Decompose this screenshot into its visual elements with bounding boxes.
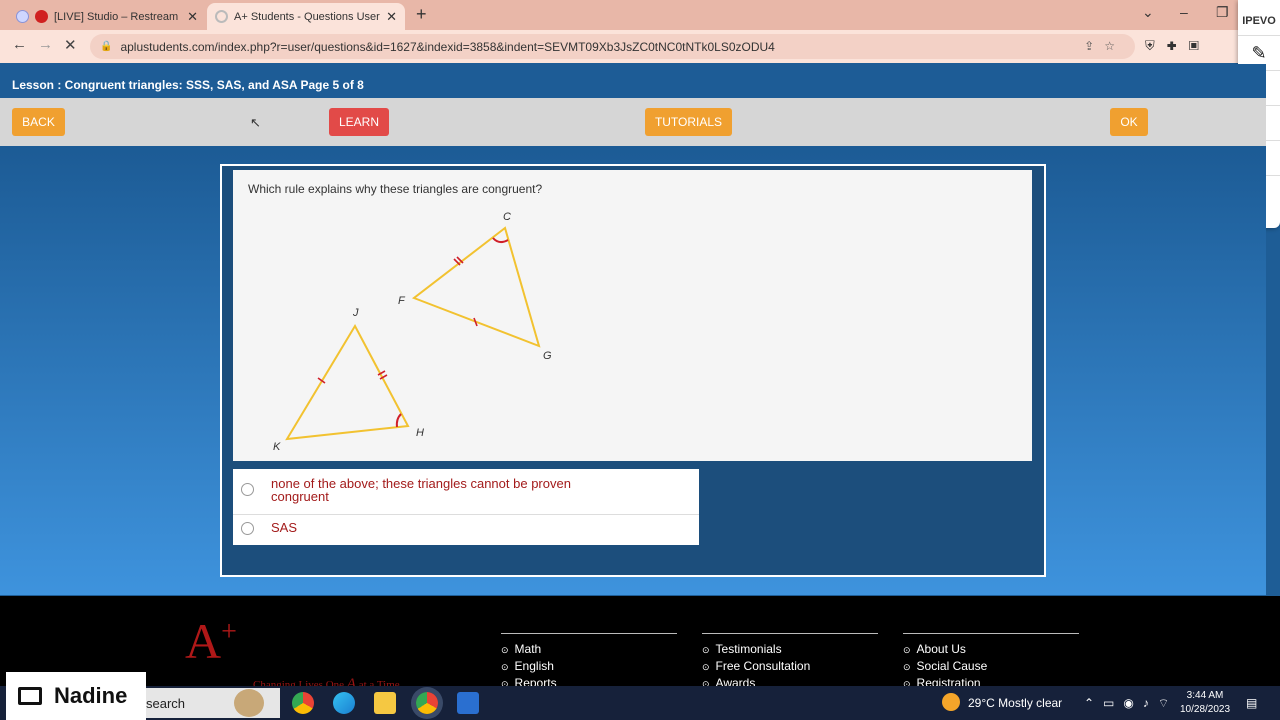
footer-link[interactable]: ⊙ Testimonials [702, 642, 878, 659]
aplus-logo: A+ [185, 613, 237, 669]
triangle-cfg [411, 226, 541, 348]
tab-title: [LIVE] Studio – Restream [54, 10, 179, 23]
taskbar-search[interactable]: search [146, 688, 280, 718]
bookmark-star-icon[interactable]: ☆ [1104, 39, 1125, 53]
weather-text[interactable]: 29°C Mostly clear [968, 696, 1062, 710]
lock-icon: 🔒 [100, 41, 113, 52]
radio-button[interactable] [241, 483, 254, 496]
puzzle-extensions-icon[interactable]: ✚ [1167, 38, 1189, 53]
question-panel: Which rule explains why these triangles … [233, 170, 1032, 461]
new-tab-icon[interactable]: + [416, 4, 427, 25]
footer-link[interactable]: ⊙ Social Cause [903, 659, 1079, 676]
tab-search-chevron-icon[interactable]: ⌄ [1142, 4, 1154, 21]
clock-time: 3:44 AM [1186, 690, 1224, 701]
search-text: search [146, 696, 186, 711]
footer-link[interactable]: ⊙ English [501, 659, 677, 676]
vertex-label-k: K [273, 441, 281, 453]
vertex-label-j: J [352, 307, 359, 319]
ipevo-app-icon[interactable] [457, 692, 479, 714]
notifications-icon[interactable]: ▤ [1246, 696, 1257, 710]
clock-date: 10/28/2023 [1180, 704, 1231, 715]
answer-option[interactable]: none of the above; these triangles canno… [233, 477, 699, 515]
back-arrow-icon[interactable]: ← [12, 36, 27, 53]
url-text: aplustudents.com/index.php?r=user/questi… [120, 39, 775, 54]
presenter-label: Nadine [6, 672, 146, 720]
footer-link[interactable]: ⊙ Free Consultation [702, 659, 878, 676]
forward-arrow-icon[interactable]: → [38, 36, 53, 53]
chrome-active-icon[interactable] [416, 692, 438, 714]
answer-text: SAS [271, 520, 298, 535]
tutorials-button[interactable]: TUTORIALS [645, 108, 732, 136]
ipevo-logo: IPEVO [1242, 15, 1276, 27]
vertex-label-g: G [543, 350, 552, 362]
answer-list: none of the above; these triangles canno… [233, 469, 699, 545]
file-explorer-icon[interactable] [374, 692, 396, 714]
maximize-icon[interactable]: ❐ [1216, 4, 1229, 21]
omnibox-actions: ⇪☆ [1084, 39, 1125, 53]
extension-buttons: ⛨✚▣ [1145, 38, 1211, 54]
search-avatar-icon [234, 689, 264, 717]
system-tray-icons[interactable]: ⌃▭◉♪⌔ [1084, 696, 1178, 711]
side-cf-double-tick [453, 256, 464, 266]
footer-link[interactable]: ⊙ Math [501, 642, 677, 659]
triangles-figure: C F G J K H [273, 211, 552, 453]
minimize-icon[interactable]: – [1180, 4, 1188, 20]
vertex-label-h: H [416, 427, 424, 439]
browser-toolbar: ← → ✕ 🔒 aplustudents.com/index.php?r=use… [0, 30, 1238, 63]
footer-column-3: ⊙ About Us ⊙ Social Cause ⊙ Registration [903, 633, 1079, 693]
monitor-icon [18, 687, 42, 705]
presenter-name: Nadine [54, 683, 128, 708]
answer-text: none of the above; these triangles canno… [271, 476, 571, 504]
browser-tab-strip: [LIVE] Studio – Restream ✕ A+ Students -… [0, 0, 1280, 30]
mouse-cursor-icon: ↖ [250, 115, 261, 130]
weather-icon [942, 693, 960, 711]
address-bar[interactable]: 🔒 aplustudents.com/index.php?r=user/ques… [90, 34, 1135, 59]
taskbar-clock[interactable]: 3:44 AM 10/28/2023 [1180, 689, 1230, 717]
tab-restream[interactable]: [LIVE] Studio – Restream ✕ [8, 3, 206, 30]
footer-column-1: ⊙ Math ⊙ English ⊙ Reports [501, 633, 677, 693]
footer-link[interactable]: ⊙ About Us [903, 642, 1079, 659]
side-panel-icon[interactable]: ▣ [1189, 38, 1211, 53]
triangle-jkh [285, 323, 410, 441]
angle-c-mark [492, 237, 509, 244]
answer-option[interactable]: SAS [233, 521, 699, 535]
learn-button[interactable]: LEARN [329, 108, 389, 136]
lesson-button-bar: BACK LEARN TUTORIALS OK [0, 98, 1266, 146]
chrome-icon[interactable] [292, 692, 314, 714]
edge-icon[interactable] [333, 692, 355, 714]
tab-close-icon[interactable]: ✕ [187, 9, 198, 25]
restream-favicon-icon [16, 10, 29, 23]
vertex-label-f: F [398, 295, 406, 307]
tab-close-icon[interactable]: ✕ [386, 9, 397, 25]
tab-aplus-students[interactable]: A+ Students - Questions User ✕ [207, 3, 405, 30]
lesson-header: Lesson : Congruent triangles: SSS, SAS, … [0, 64, 1266, 98]
vertex-label-c: C [503, 211, 511, 223]
radio-button[interactable] [241, 522, 254, 535]
loading-spinner-icon [215, 10, 228, 23]
angle-h-mark [395, 413, 402, 428]
live-record-icon [35, 10, 48, 23]
tab-title: A+ Students - Questions User [234, 10, 380, 23]
stop-loading-icon[interactable]: ✕ [64, 36, 77, 54]
footer-column-2: ⊙ Testimonials ⊙ Free Consultation ⊙ Awards [702, 633, 878, 693]
ok-button[interactable]: OK [1110, 108, 1148, 136]
back-button[interactable]: BACK [12, 108, 65, 136]
share-icon[interactable]: ⇪ [1084, 39, 1104, 53]
shield-extension-icon[interactable]: ⛨ [1145, 38, 1167, 53]
